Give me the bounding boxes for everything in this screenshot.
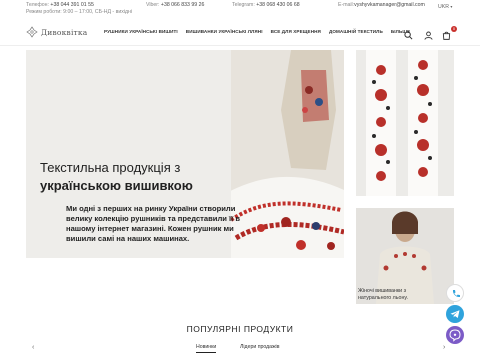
contact-block: Телефон: +38 044 391 01 55 Режим роботи:… — [26, 2, 132, 15]
hero-title-line1: Текстильна продукція з — [40, 160, 181, 175]
telegram-icon — [450, 310, 460, 318]
phone-icon — [452, 290, 460, 298]
vyshyvanka-caption: Жіночі вишиванки з натурального льону. — [358, 288, 408, 301]
viber-contact: Viber: +38 066 833 99 26 — [146, 2, 204, 9]
call-button[interactable] — [446, 284, 464, 302]
email-label: E-mail: — [338, 2, 355, 8]
language-value: UKR — [438, 4, 449, 10]
nav-baptism[interactable]: ВСЕ ДЛЯ ХРЕЩЕННЯ — [271, 29, 321, 34]
telegram-label: Telegram: — [232, 2, 255, 8]
logo-flower-icon — [26, 26, 38, 38]
user-icon[interactable] — [424, 27, 433, 45]
tab-bestsellers[interactable]: Лідери продажів — [240, 344, 279, 350]
site-header: Дивоквітка РУШНИКИ УКРАЇНСЬКІ ВИШИТІ ВИШ… — [0, 20, 480, 46]
cart-icon[interactable] — [442, 27, 451, 45]
hero-banner[interactable]: Текстильна продукція з українською вишив… — [26, 50, 344, 258]
hours-label: Режим роботи: — [26, 8, 62, 15]
viber-label: Viber: — [146, 2, 160, 8]
top-info-bar: Телефон: +38 044 391 01 55 Режим роботи:… — [0, 0, 480, 18]
hero-description: Ми одні з перших на ринку України створи… — [66, 204, 241, 243]
phone-number[interactable]: +38 044 391 01 55 — [50, 2, 93, 8]
search-icon[interactable] — [404, 27, 413, 45]
telegram-number[interactable]: +38 068 430 06 68 — [256, 2, 299, 8]
nav-vyshyvanky[interactable]: ВИШИВАНКИ УКРАЇНСЬКІ ЛЛЯНІ — [186, 29, 263, 34]
chevron-down-icon: ▾ — [450, 4, 453, 9]
hero-title-line2: українською вишивкою — [40, 178, 193, 193]
phone-label: Телефон: — [26, 2, 49, 8]
telegram-contact: Telegram: +38 068 430 06 68 — [232, 2, 300, 9]
popular-products-title: ПОПУЛЯРНІ ПРОДУКТИ — [186, 324, 294, 334]
telegram-button[interactable] — [446, 305, 464, 323]
main-nav: РУШНИКИ УКРАЇНСЬКІ ВИШИТІ ВИШИВАНКИ УКРА… — [104, 29, 418, 34]
logo[interactable]: Дивоквітка — [26, 26, 87, 38]
cart-count-badge: 0 — [451, 26, 457, 32]
towel-image — [356, 50, 454, 196]
working-hours: 9:00 – 17:00, СБ-НД - вихідні — [63, 8, 133, 15]
logo-text: Дивоквітка — [41, 27, 88, 37]
email-address[interactable]: vyshyvkamanager@gmail.com — [354, 2, 425, 8]
side-banner-towel[interactable] — [356, 50, 454, 196]
tab-new[interactable]: Новинки — [196, 344, 217, 353]
language-selector[interactable]: UKR ▾ — [438, 4, 452, 10]
carousel-next-arrow[interactable]: › — [443, 344, 445, 351]
nav-towels[interactable]: РУШНИКИ УКРАЇНСЬКІ ВИШИТІ — [104, 29, 178, 34]
hero-embroidery-image — [231, 50, 344, 258]
carousel-prev-arrow[interactable]: ‹ — [32, 344, 34, 351]
viber-number[interactable]: +38 066 833 99 26 — [161, 2, 204, 8]
nav-home-textile[interactable]: ДОМАШНІЙ ТЕКСТИЛЬ — [329, 29, 383, 34]
email-contact: E-mail:vyshyvkamanager@gmail.com — [338, 2, 425, 9]
